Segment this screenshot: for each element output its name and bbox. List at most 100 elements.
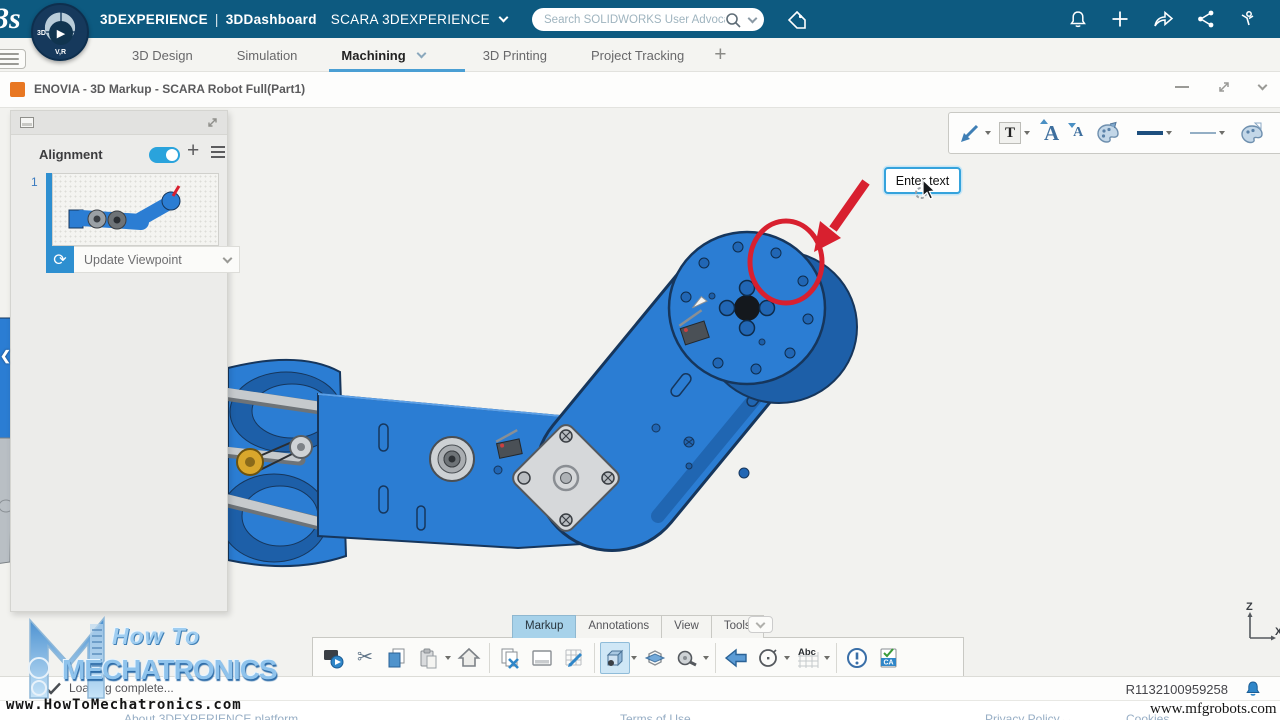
update-viewpoint-refresh-icon[interactable]: ⟳ bbox=[46, 246, 74, 273]
compass-3d-label[interactable]: 3D bbox=[37, 30, 46, 37]
search-scope-chevron-icon[interactable] bbox=[748, 13, 758, 23]
user-advocacy-icon[interactable] bbox=[1238, 9, 1258, 29]
window-title: ENOVIA - 3D Markup - SCARA Robot Full(Pa… bbox=[34, 82, 305, 96]
tab-label: Project Tracking bbox=[591, 48, 684, 63]
dropdown-icon[interactable] bbox=[985, 131, 991, 135]
watermark-url-right: www.mfgrobots.com bbox=[1150, 701, 1277, 718]
toolbar-separator bbox=[715, 643, 716, 673]
paste-button[interactable] bbox=[414, 642, 444, 674]
annotation-text-button[interactable]: Abc bbox=[793, 642, 823, 674]
tag-icon[interactable] bbox=[786, 9, 808, 31]
3ds-logo[interactable]: 3s bbox=[0, 0, 21, 38]
panel-collapse-chevron[interactable]: ❮ bbox=[0, 348, 11, 364]
add-content-icon[interactable] bbox=[1110, 9, 1130, 29]
dropdown-icon[interactable] bbox=[784, 656, 790, 660]
viewer-tab-view[interactable]: View bbox=[662, 615, 712, 638]
footer-link-terms[interactable]: Terms of Use bbox=[620, 712, 691, 720]
update-viewpoint-label: Update Viewpoint bbox=[84, 253, 182, 267]
dropdown-icon[interactable] bbox=[1219, 131, 1225, 135]
dropdown-icon[interactable] bbox=[824, 656, 830, 660]
expand-icon[interactable] bbox=[1217, 80, 1231, 94]
paste-icon bbox=[417, 646, 441, 670]
alignment-toggle[interactable] bbox=[149, 147, 180, 163]
font-decrease-button[interactable]: A bbox=[1070, 116, 1086, 150]
panel-expand-icon[interactable] bbox=[206, 116, 219, 129]
home-icon bbox=[457, 646, 481, 670]
brand-area: 3DEXPERIENCE | 3DDashboard SCARA 3DEXPER… bbox=[100, 0, 507, 38]
add-tab-button[interactable]: + bbox=[714, 43, 726, 67]
update-viewpoint-button[interactable]: Update Viewpoint bbox=[74, 246, 240, 273]
text-tool-button[interactable]: T bbox=[996, 116, 1033, 150]
panel-view-button[interactable] bbox=[527, 642, 557, 674]
font-color-button[interactable] bbox=[1092, 116, 1124, 150]
cut-button[interactable]: ✂ bbox=[350, 642, 380, 674]
brand-primary: 3DEXPERIENCE bbox=[100, 12, 208, 27]
dashboard-title[interactable]: SCARA 3DEXPERIENCE bbox=[331, 12, 490, 27]
search-input[interactable] bbox=[544, 14, 725, 26]
window-collapse-chevron-icon[interactable] bbox=[1258, 80, 1268, 90]
add-viewpoint-button[interactable]: + bbox=[187, 139, 199, 163]
text-tool-icon: T bbox=[999, 122, 1021, 144]
tab-machining[interactable]: Machining bbox=[327, 38, 438, 72]
capture-icon bbox=[321, 646, 345, 670]
line-thickness-button[interactable] bbox=[1134, 116, 1175, 150]
dropdown-icon[interactable] bbox=[1166, 131, 1172, 135]
svg-text:Abc: Abc bbox=[798, 647, 816, 658]
footer-link-privacy[interactable]: Privacy Policy bbox=[985, 712, 1069, 720]
certificate-button[interactable]: CA bbox=[874, 642, 904, 674]
copy-button[interactable] bbox=[382, 642, 412, 674]
dropdown-icon[interactable] bbox=[631, 656, 637, 660]
footer-link-about[interactable]: About 3DEXPERIENCE platform bbox=[124, 712, 298, 720]
alignment-panel: Alignment + 1 ⟳ bbox=[10, 110, 228, 612]
font-increase-button[interactable]: A bbox=[1041, 116, 1062, 150]
minimize-icon[interactable] bbox=[1175, 86, 1189, 88]
brand-secondary: 3DDashboard bbox=[226, 12, 317, 27]
panel-window-icon[interactable] bbox=[20, 117, 34, 128]
dropdown-icon[interactable] bbox=[703, 656, 709, 660]
alignment-menu-icon[interactable] bbox=[211, 146, 225, 161]
capture-button[interactable] bbox=[318, 642, 348, 674]
viewer-tab-annotations[interactable]: Annotations bbox=[576, 615, 662, 638]
toolbar-separator bbox=[836, 643, 837, 673]
issue-button[interactable] bbox=[842, 642, 872, 674]
search-box[interactable] bbox=[532, 8, 764, 31]
viewer-tabs-collapse-icon[interactable] bbox=[748, 616, 773, 633]
compass-play-icon[interactable]: ▶ bbox=[49, 21, 73, 45]
dropdown-icon[interactable] bbox=[1024, 131, 1030, 135]
line-color-button[interactable] bbox=[1236, 116, 1268, 150]
viewer-icon-bar: ✂ bbox=[312, 637, 964, 678]
viewer-tab-markup[interactable]: Markup bbox=[512, 615, 576, 638]
search-icon[interactable] bbox=[725, 12, 741, 28]
back-button[interactable] bbox=[721, 642, 751, 674]
tab-3d-design[interactable]: 3D Design bbox=[118, 38, 207, 72]
delete-markup-button[interactable] bbox=[495, 642, 525, 674]
share-arrow-icon[interactable] bbox=[1152, 9, 1174, 29]
update-viewpoint-chevron-icon[interactable] bbox=[223, 253, 233, 263]
markup-toolbar: T A A bbox=[948, 112, 1280, 154]
viewpoint-actions: ⟳ Update Viewpoint bbox=[46, 246, 240, 273]
grid-edit-button[interactable] bbox=[559, 642, 589, 674]
notifications-bell-icon[interactable] bbox=[1068, 9, 1088, 29]
share-nodes-icon[interactable] bbox=[1196, 9, 1216, 29]
markup-arrow-annotation[interactable] bbox=[814, 182, 866, 252]
dropdown-icon[interactable] bbox=[445, 656, 451, 660]
3d-view-mode-button[interactable] bbox=[600, 642, 630, 674]
measure-button[interactable] bbox=[672, 642, 702, 674]
3dexperience-compass[interactable]: ▶ 3D V,R bbox=[31, 3, 89, 61]
line-style-button[interactable] bbox=[1187, 116, 1228, 150]
tab-project-tracking[interactable]: Project Tracking bbox=[577, 38, 698, 72]
notification-bell-icon[interactable] bbox=[1244, 680, 1262, 698]
dashboard-chevron-icon[interactable] bbox=[499, 12, 509, 22]
font-decrease-icon: A bbox=[1073, 125, 1083, 141]
compass-vr-label[interactable]: V,R bbox=[55, 49, 66, 56]
tab-simulation[interactable]: Simulation bbox=[223, 38, 312, 72]
viewpoint-thumbnail[interactable] bbox=[52, 173, 219, 246]
tab-3d-printing[interactable]: 3D Printing bbox=[469, 38, 561, 72]
arrow-tool-button[interactable] bbox=[955, 116, 994, 150]
tab-chevron-icon[interactable] bbox=[416, 49, 426, 59]
home-button[interactable] bbox=[454, 642, 484, 674]
rotate-center-button[interactable] bbox=[753, 642, 783, 674]
section-button[interactable] bbox=[640, 642, 670, 674]
active-tab-underline bbox=[329, 69, 464, 72]
apps-menu-icon[interactable] bbox=[0, 49, 26, 69]
